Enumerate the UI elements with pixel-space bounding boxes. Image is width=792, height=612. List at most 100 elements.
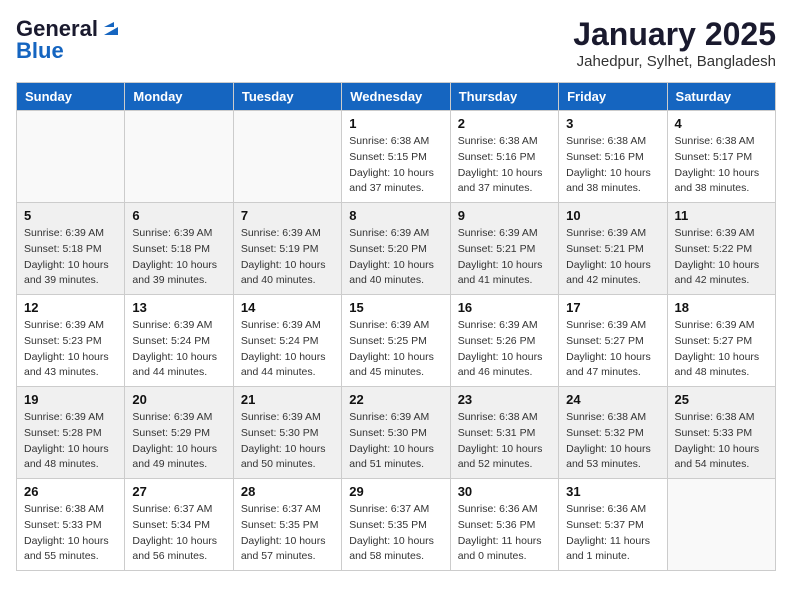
day-number: 19 bbox=[24, 392, 117, 407]
day-info: Sunrise: 6:37 AM Sunset: 5:35 PM Dayligh… bbox=[241, 502, 334, 565]
table-row: 17Sunrise: 6:39 AM Sunset: 5:27 PM Dayli… bbox=[559, 295, 667, 387]
table-row: 6 Sunrise: 6:39 AM Sunset: 5:18 PM Daylig… bbox=[125, 203, 233, 295]
table-row: 15 Sunrise: 6:39 AM Sunset: 5:25 PM Dayli… bbox=[342, 295, 450, 387]
table-row: 1 Sunrise: 6:38 AM Sunset: 5:15 PM Daylig… bbox=[342, 111, 450, 203]
logo: General Blue bbox=[16, 16, 122, 64]
day-info: Sunrise: 6:38 AM Sunset: 5:33 PM Dayligh… bbox=[24, 502, 117, 565]
col-sunday: Sunday bbox=[17, 83, 125, 111]
day-info: Sunrise: 6:39 AM Sunset: 5:30 PM Dayligh… bbox=[241, 410, 334, 473]
table-row: 20 Sunrise: 6:39 AM Sunset: 5:29 PM Dayli… bbox=[125, 387, 233, 479]
table-row: 30Sunrise: 6:36 AM Sunset: 5:36 PM Dayli… bbox=[450, 479, 558, 571]
day-number: 24 bbox=[566, 392, 659, 407]
day-info: Sunrise: 6:38 AM Sunset: 5:16 PM Dayligh… bbox=[458, 134, 551, 197]
table-row: 9 Sunrise: 6:39 AM Sunset: 5:21 PM Daylig… bbox=[450, 203, 558, 295]
day-number: 26 bbox=[24, 484, 117, 499]
table-row: 3Sunrise: 6:38 AM Sunset: 5:16 PM Daylig… bbox=[559, 111, 667, 203]
day-info: Sunrise: 6:39 AM Sunset: 5:23 PM Dayligh… bbox=[24, 318, 117, 381]
logo-icon bbox=[100, 17, 122, 39]
table-row: 7Sunrise: 6:39 AM Sunset: 5:19 PM Daylig… bbox=[233, 203, 341, 295]
table-row: 8Sunrise: 6:39 AM Sunset: 5:20 PM Daylig… bbox=[342, 203, 450, 295]
table-row: 21 Sunrise: 6:39 AM Sunset: 5:30 PM Dayli… bbox=[233, 387, 341, 479]
day-info: Sunrise: 6:38 AM Sunset: 5:32 PM Dayligh… bbox=[566, 410, 659, 473]
calendar-week-row: 5 Sunrise: 6:39 AM Sunset: 5:18 PM Daylig… bbox=[17, 203, 776, 295]
day-info: Sunrise: 6:39 AM Sunset: 5:21 PM Dayligh… bbox=[566, 226, 659, 289]
table-row: 11Sunrise: 6:39 AM Sunset: 5:22 PM Dayli… bbox=[667, 203, 775, 295]
day-info: Sunrise: 6:39 AM Sunset: 5:30 PM Dayligh… bbox=[349, 410, 442, 473]
day-info: Sunrise: 6:39 AM Sunset: 5:21 PM Dayligh… bbox=[458, 226, 551, 289]
day-number: 17 bbox=[566, 300, 659, 315]
calendar-title: January 2025 bbox=[573, 16, 776, 53]
calendar-week-row: 12 Sunrise: 6:39 AM Sunset: 5:23 PM Dayli… bbox=[17, 295, 776, 387]
day-number: 8 bbox=[349, 208, 442, 223]
day-info: Sunrise: 6:36 AM Sunset: 5:37 PM Dayligh… bbox=[566, 502, 659, 565]
table-row: 31 Sunrise: 6:36 AM Sunset: 5:37 PM Dayli… bbox=[559, 479, 667, 571]
day-number: 29 bbox=[349, 484, 442, 499]
day-number: 9 bbox=[458, 208, 551, 223]
table-row: 26 Sunrise: 6:38 AM Sunset: 5:33 PM Dayli… bbox=[17, 479, 125, 571]
day-number: 3 bbox=[566, 116, 659, 131]
table-row bbox=[125, 111, 233, 203]
page-header: General Blue January 2025 Jahedpur, Sylh… bbox=[16, 16, 776, 70]
col-saturday: Saturday bbox=[667, 83, 775, 111]
day-number: 14 bbox=[241, 300, 334, 315]
day-number: 15 bbox=[349, 300, 442, 315]
day-number: 11 bbox=[675, 208, 768, 223]
day-number: 2 bbox=[458, 116, 551, 131]
day-number: 22 bbox=[349, 392, 442, 407]
calendar-week-row: 26 Sunrise: 6:38 AM Sunset: 5:33 PM Dayli… bbox=[17, 479, 776, 571]
table-row: 16 Sunrise: 6:39 AM Sunset: 5:26 PM Dayli… bbox=[450, 295, 558, 387]
day-number: 4 bbox=[675, 116, 768, 131]
day-info: Sunrise: 6:38 AM Sunset: 5:31 PM Dayligh… bbox=[458, 410, 551, 473]
day-info: Sunrise: 6:37 AM Sunset: 5:35 PM Dayligh… bbox=[349, 502, 442, 565]
calendar-subtitle: Jahedpur, Sylhet, Bangladesh bbox=[573, 53, 776, 70]
day-number: 12 bbox=[24, 300, 117, 315]
day-number: 31 bbox=[566, 484, 659, 499]
table-row: 27Sunrise: 6:37 AM Sunset: 5:34 PM Dayli… bbox=[125, 479, 233, 571]
day-info: Sunrise: 6:39 AM Sunset: 5:29 PM Dayligh… bbox=[132, 410, 225, 473]
day-info: Sunrise: 6:38 AM Sunset: 5:15 PM Dayligh… bbox=[349, 134, 442, 197]
day-info: Sunrise: 6:39 AM Sunset: 5:26 PM Dayligh… bbox=[458, 318, 551, 381]
table-row: 10Sunrise: 6:39 AM Sunset: 5:21 PM Dayli… bbox=[559, 203, 667, 295]
calendar-week-row: 19 Sunrise: 6:39 AM Sunset: 5:28 PM Dayli… bbox=[17, 387, 776, 479]
col-friday: Friday bbox=[559, 83, 667, 111]
day-info: Sunrise: 6:39 AM Sunset: 5:18 PM Dayligh… bbox=[132, 226, 225, 289]
day-number: 7 bbox=[241, 208, 334, 223]
title-block: January 2025 Jahedpur, Sylhet, Banglades… bbox=[573, 16, 776, 70]
day-info: Sunrise: 6:36 AM Sunset: 5:36 PM Dayligh… bbox=[458, 502, 551, 565]
table-row: 24 Sunrise: 6:38 AM Sunset: 5:32 PM Dayli… bbox=[559, 387, 667, 479]
day-info: Sunrise: 6:38 AM Sunset: 5:33 PM Dayligh… bbox=[675, 410, 768, 473]
col-monday: Monday bbox=[125, 83, 233, 111]
table-row: 23 Sunrise: 6:38 AM Sunset: 5:31 PM Dayli… bbox=[450, 387, 558, 479]
col-wednesday: Wednesday bbox=[342, 83, 450, 111]
day-info: Sunrise: 6:39 AM Sunset: 5:24 PM Dayligh… bbox=[132, 318, 225, 381]
table-row: 13Sunrise: 6:39 AM Sunset: 5:24 PM Dayli… bbox=[125, 295, 233, 387]
calendar-table: Sunday Monday Tuesday Wednesday Thursday… bbox=[16, 82, 776, 571]
table-row bbox=[667, 479, 775, 571]
day-number: 5 bbox=[24, 208, 117, 223]
day-number: 16 bbox=[458, 300, 551, 315]
table-row: 12 Sunrise: 6:39 AM Sunset: 5:23 PM Dayli… bbox=[17, 295, 125, 387]
table-row bbox=[233, 111, 341, 203]
day-number: 21 bbox=[241, 392, 334, 407]
day-number: 6 bbox=[132, 208, 225, 223]
day-info: Sunrise: 6:38 AM Sunset: 5:17 PM Dayligh… bbox=[675, 134, 768, 197]
day-number: 20 bbox=[132, 392, 225, 407]
table-row: 25 Sunrise: 6:38 AM Sunset: 5:33 PM Dayli… bbox=[667, 387, 775, 479]
day-number: 25 bbox=[675, 392, 768, 407]
table-row: 14Sunrise: 6:39 AM Sunset: 5:24 PM Dayli… bbox=[233, 295, 341, 387]
col-thursday: Thursday bbox=[450, 83, 558, 111]
day-info: Sunrise: 6:39 AM Sunset: 5:27 PM Dayligh… bbox=[675, 318, 768, 381]
day-number: 18 bbox=[675, 300, 768, 315]
col-tuesday: Tuesday bbox=[233, 83, 341, 111]
table-row: 19 Sunrise: 6:39 AM Sunset: 5:28 PM Dayli… bbox=[17, 387, 125, 479]
day-number: 1 bbox=[349, 116, 442, 131]
table-row: 18 Sunrise: 6:39 AM Sunset: 5:27 PM Dayli… bbox=[667, 295, 775, 387]
table-row bbox=[17, 111, 125, 203]
day-info: Sunrise: 6:39 AM Sunset: 5:28 PM Dayligh… bbox=[24, 410, 117, 473]
day-number: 23 bbox=[458, 392, 551, 407]
day-info: Sunrise: 6:39 AM Sunset: 5:18 PM Dayligh… bbox=[24, 226, 117, 289]
day-info: Sunrise: 6:39 AM Sunset: 5:25 PM Dayligh… bbox=[349, 318, 442, 381]
calendar-week-row: 1 Sunrise: 6:38 AM Sunset: 5:15 PM Daylig… bbox=[17, 111, 776, 203]
day-number: 28 bbox=[241, 484, 334, 499]
table-row: 5 Sunrise: 6:39 AM Sunset: 5:18 PM Daylig… bbox=[17, 203, 125, 295]
